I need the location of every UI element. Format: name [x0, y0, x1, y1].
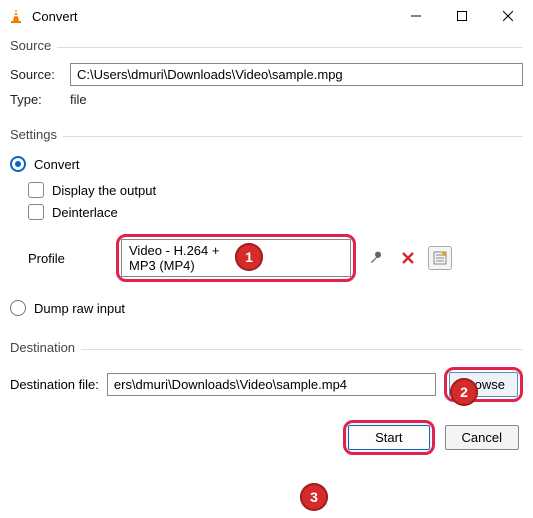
start-button[interactable]: Start	[348, 425, 429, 450]
callout-1: 1	[235, 243, 263, 271]
window-title: Convert	[32, 9, 393, 24]
destination-legend: Destination	[10, 340, 75, 359]
minimize-button[interactable]	[393, 1, 439, 31]
cancel-button[interactable]: Cancel	[445, 425, 519, 450]
delete-profile-icon[interactable]	[396, 246, 420, 270]
source-group: Source Source: Type: file	[10, 38, 523, 113]
callout-3: 3	[300, 483, 328, 511]
destination-file-label: Destination file:	[10, 377, 99, 392]
profile-value: Video - H.264 + MP3 (MP4)	[126, 242, 235, 274]
display-output-label: Display the output	[52, 183, 156, 198]
start-highlight: Start	[343, 420, 434, 455]
callout-2: 2	[450, 378, 478, 406]
deinterlace-label: Deinterlace	[52, 205, 118, 220]
display-output-checkbox[interactable]	[28, 182, 44, 198]
destination-file-input[interactable]	[107, 373, 436, 396]
source-legend: Source	[10, 38, 51, 57]
convert-radio[interactable]	[10, 156, 26, 172]
profile-label: Profile	[28, 251, 108, 266]
wrench-icon[interactable]	[364, 246, 388, 270]
dump-raw-radio[interactable]	[10, 300, 26, 316]
close-button[interactable]	[485, 1, 531, 31]
type-value: file	[70, 92, 87, 107]
vlc-cone-icon	[8, 8, 24, 24]
new-profile-icon[interactable]	[428, 246, 452, 270]
dump-raw-label: Dump raw input	[34, 301, 125, 316]
convert-label: Convert	[34, 157, 80, 172]
maximize-button[interactable]	[439, 1, 485, 31]
type-label: Type:	[10, 92, 70, 107]
source-path-input[interactable]	[70, 63, 523, 86]
deinterlace-checkbox[interactable]	[28, 204, 44, 220]
destination-group: Destination Destination file: Browse	[10, 340, 523, 410]
settings-group: Settings Convert Display the output Dein…	[10, 127, 523, 326]
source-label: Source:	[10, 67, 70, 82]
settings-legend: Settings	[10, 127, 57, 146]
